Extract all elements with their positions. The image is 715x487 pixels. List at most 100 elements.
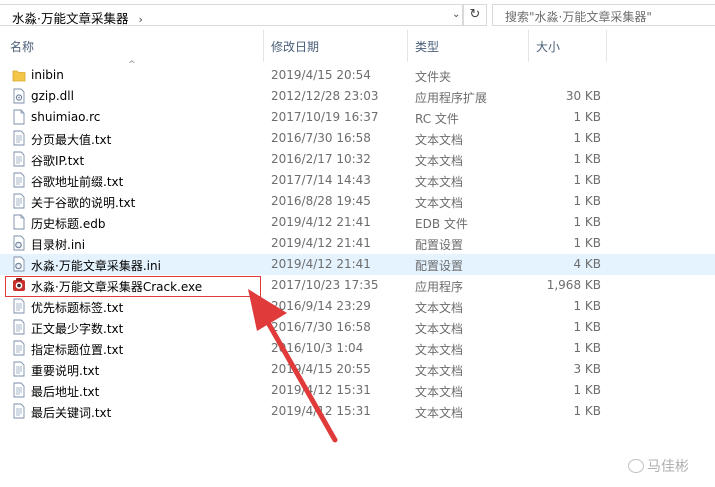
file-type: 配置设置 [415,259,464,273]
file-date: 2016/8/28 19:45 [271,194,371,208]
address-bar[interactable]: 水淼·万能文章采集器 › ⌄ [0,4,463,26]
column-header-size[interactable]: 大小 [536,38,560,55]
file-row[interactable]: 指定标题位置.txt 2016/10/3 1:04 文本文档 1 KB [0,338,715,359]
file-icon [12,214,26,230]
file-row[interactable]: shuimiao.rc 2017/10/19 16:37 RC 文件 1 KB [0,107,715,128]
weibo-logo-icon [628,459,644,473]
file-row[interactable]: 水淼·万能文章采集器.ini 2019/4/12 21:41 配置设置 4 KB [0,254,715,275]
breadcrumb[interactable]: 水淼·万能文章采集器 › [12,8,143,27]
file-date: 2016/7/30 16:58 [271,320,371,334]
file-row[interactable]: 目录树.ini 2019/4/12 21:41 配置设置 1 KB [0,233,715,254]
file-name[interactable]: 重要说明.txt [31,362,99,379]
file-name[interactable]: 优先标题标签.txt [31,299,123,316]
file-row[interactable]: 重要说明.txt 2019/4/15 20:55 文本文档 3 KB [0,359,715,380]
file-name[interactable]: 指定标题位置.txt [31,341,123,358]
file-row[interactable]: inibin 2019/4/15 20:54 文件夹 [0,65,715,86]
file-date: 2017/7/14 14:43 [271,173,371,187]
column-header-name[interactable]: 名称 [10,38,34,55]
file-name[interactable]: 水淼·万能文章采集器.ini [31,257,161,274]
file-type: 文本文档 [415,343,464,357]
file-size: 1 KB [573,215,601,229]
column-header-type[interactable]: 类型 [415,38,439,55]
file-date: 2019/4/15 20:55 [271,362,371,376]
file-date: 2019/4/15 20:54 [271,68,371,82]
breadcrumb-chevron-icon[interactable]: › [138,13,142,26]
file-size: 3 KB [573,362,601,376]
file-type: 文本文档 [415,364,464,378]
column-divider[interactable] [528,30,529,62]
file-size: 1 KB [573,173,601,187]
file-name[interactable]: shuimiao.rc [31,110,100,124]
file-name[interactable]: gzip.dll [31,89,74,103]
file-row[interactable]: 历史标题.edb 2019/4/12 21:41 EDB 文件 1 KB [0,212,715,233]
file-name[interactable]: inibin [31,68,64,82]
file-type: 文本文档 [415,154,464,168]
address-history-dropdown-icon[interactable]: ⌄ [452,9,460,20]
search-input[interactable]: 搜索"水淼·万能文章采集器" [505,8,652,25]
file-row[interactable]: 优先标题标签.txt 2016/9/14 23:29 文本文档 1 KB [0,296,715,317]
file-name[interactable]: 关于谷歌的说明.txt [31,194,135,211]
file-date: 2012/12/28 23:03 [271,89,379,103]
file-type: 文本文档 [415,406,464,420]
file-name[interactable]: 历史标题.edb [31,215,105,232]
file-size: 4 KB [573,257,601,271]
file-size: 1 KB [573,131,601,145]
address-row: 水淼·万能文章采集器 › ⌄ ↻ 搜索"水淼·万能文章采集器" [0,0,715,30]
file-type: 文本文档 [415,175,464,189]
file-size: 1 KB [573,152,601,166]
file-name[interactable]: 正文最少字数.txt [31,320,123,337]
text-file-icon [12,382,26,398]
file-name[interactable]: 目录树.ini [31,236,85,253]
folder-icon [12,67,26,83]
file-row[interactable]: 关于谷歌的说明.txt 2016/8/28 19:45 文本文档 1 KB [0,191,715,212]
column-header-row: ^ 名称 修改日期 类型 大小 [0,30,715,70]
search-box[interactable]: 搜索"水淼·万能文章采集器" [492,4,715,26]
file-row[interactable]: 最后关键词.txt 2019/4/12 15:31 文本文档 1 KB [0,401,715,422]
file-type: 文本文档 [415,133,464,147]
column-divider[interactable] [606,30,607,62]
dll-file-icon [12,88,26,104]
file-name[interactable]: 最后地址.txt [31,383,99,400]
file-row[interactable]: 正文最少字数.txt 2016/7/30 16:58 文本文档 1 KB [0,317,715,338]
file-date: 2019/4/12 15:31 [271,383,371,397]
file-date: 2019/4/12 21:41 [271,215,371,229]
file-date: 2017/10/23 17:35 [271,278,379,292]
file-size: 1 KB [573,236,601,250]
file-row[interactable]: gzip.dll 2012/12/28 23:03 应用程序扩展 30 KB [0,86,715,107]
breadcrumb-folder[interactable]: 水淼·万能文章采集器 [12,11,128,26]
file-type: 文本文档 [415,385,464,399]
file-type: 应用程序 [415,280,464,294]
text-file-icon [12,130,26,146]
file-name[interactable]: 分页最大值.txt [31,131,111,148]
file-type: 文件夹 [415,70,452,84]
highlight-box [5,276,261,297]
file-row[interactable]: 最后地址.txt 2019/4/12 15:31 文本文档 1 KB [0,380,715,401]
file-date: 2016/9/14 23:29 [271,299,371,313]
column-divider[interactable] [407,30,408,62]
file-type: EDB 文件 [415,217,468,231]
file-name[interactable]: 最后关键词.txt [31,404,111,421]
text-file-icon [12,172,26,188]
column-header-date[interactable]: 修改日期 [271,38,319,55]
ini-file-icon [12,235,26,251]
ini-file-icon [12,256,26,272]
column-divider[interactable] [263,30,264,62]
file-row[interactable]: 分页最大值.txt 2016/7/30 16:58 文本文档 1 KB [0,128,715,149]
refresh-icon[interactable]: ↻ [463,4,487,26]
watermark: 马佳彬 [628,456,689,476]
file-row[interactable]: 谷歌地址前缀.txt 2017/7/14 14:43 文本文档 1 KB [0,170,715,191]
file-date: 2019/4/12 21:41 [271,236,371,250]
file-size: 1 KB [573,110,601,124]
file-date: 2016/2/17 10:32 [271,152,371,166]
text-file-icon [12,319,26,335]
file-name[interactable]: 谷歌地址前缀.txt [31,173,123,190]
file-name[interactable]: 谷歌IP.txt [31,152,84,169]
file-type: 文本文档 [415,322,464,336]
file-size: 1 KB [573,320,601,334]
file-size: 1 KB [573,341,601,355]
file-type: 文本文档 [415,301,464,315]
file-date: 2017/10/19 16:37 [271,110,379,124]
text-file-icon [12,403,26,419]
file-row[interactable]: 谷歌IP.txt 2016/2/17 10:32 文本文档 1 KB [0,149,715,170]
file-type: 文本文档 [415,196,464,210]
